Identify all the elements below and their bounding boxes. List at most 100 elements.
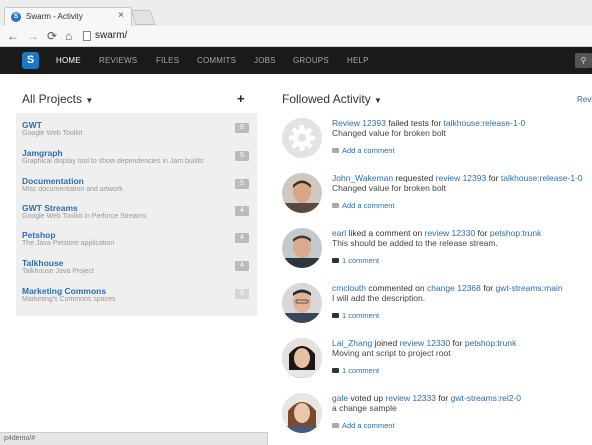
comment-icon <box>332 203 339 208</box>
reload-icon[interactable]: ⟳ <box>47 28 57 44</box>
activity-entry: Lai_Zhang joined review 12330 for petsho… <box>280 338 592 388</box>
activity-entry: John_Wakeman requested review 12393 for … <box>280 173 592 223</box>
stream-link[interactable]: talkhouse:release-1-0 <box>501 173 583 183</box>
activity-headline: Review 12393 failed tests for talkhouse:… <box>332 118 526 128</box>
browser-status-bar: p4demo/# <box>0 432 268 445</box>
add-comment-link[interactable]: Add a comment <box>332 421 395 430</box>
tab-close-icon[interactable]: × <box>118 10 124 21</box>
project-name[interactable]: GWT <box>22 120 42 130</box>
activity-message: I will add the description. <box>332 293 426 303</box>
stream-link[interactable]: petshop:trunk <box>490 228 542 238</box>
stream-link[interactable]: gwt-streams:main <box>496 283 563 293</box>
project-count-badge: 5 <box>235 151 249 161</box>
projects-dropdown[interactable]: All Projects ▼ <box>22 92 93 106</box>
project-item[interactable]: Petshop The Java Petstore application 4 <box>22 230 254 253</box>
activity-entry: gale voted up review 12333 for gwt-strea… <box>280 393 592 443</box>
activity-message: a change sample <box>332 403 397 413</box>
user-link[interactable]: Lai_Zhang <box>332 338 372 348</box>
comment-icon <box>332 368 339 373</box>
project-name[interactable]: Jamgraph <box>22 148 63 158</box>
project-name[interactable]: Petshop <box>22 230 56 240</box>
nav-jobs[interactable]: JOBS <box>254 56 276 65</box>
caret-down-icon: ▼ <box>374 96 382 105</box>
nav-home[interactable]: HOME <box>56 56 81 65</box>
user-link[interactable]: gale <box>332 393 348 403</box>
project-item[interactable]: Documentation Misc documentation and art… <box>22 176 254 199</box>
project-count-badge: 4 <box>235 261 249 271</box>
comment-icon <box>332 313 339 318</box>
top-navbar: S HOME REVIEWS FILES COMMITS JOBS GROUPS… <box>0 47 592 74</box>
comment-icon <box>332 423 339 428</box>
project-description: Talkhouse Java Project <box>22 268 94 275</box>
project-item[interactable]: Talkhouse Talkhouse Java Project 4 <box>22 258 254 281</box>
new-tab-button[interactable] <box>130 10 156 25</box>
activity-headline: earl liked a comment on review 12330 for… <box>332 228 542 238</box>
project-count-badge: 3 <box>235 289 249 299</box>
project-description: Graphical display tool to show dependenc… <box>22 158 204 165</box>
project-description: Google Web Toolkit <box>22 130 83 137</box>
address-bar[interactable]: swarm/ <box>95 30 127 41</box>
project-name[interactable]: GWT Streams <box>22 203 78 213</box>
activity-message: Changed value for broken bolt <box>332 183 446 193</box>
project-item[interactable]: GWT Streams Google Web Toolkit in Perfor… <box>22 203 254 226</box>
nav-files[interactable]: FILES <box>156 56 179 65</box>
activity-headline: cmclouth commented on change 12368 for g… <box>332 283 563 293</box>
search-icon[interactable]: ⚲ <box>575 53 592 68</box>
project-name[interactable]: Documentation <box>22 176 84 186</box>
activity-dropdown[interactable]: Followed Activity ▼ <box>282 92 382 106</box>
project-count-badge: 5 <box>235 179 249 189</box>
project-name[interactable]: Marketing Commons <box>22 286 106 296</box>
project-description: Google Web Toolkit in Perforce Streams <box>22 213 147 220</box>
activity-message: This should be added to the release stre… <box>332 238 498 248</box>
activity-message: Changed value for broken bolt <box>332 128 446 138</box>
comment-icon <box>332 148 339 153</box>
review-link[interactable]: review 12333 <box>385 393 436 403</box>
nav-help[interactable]: HELP <box>347 56 369 65</box>
reviews-link[interactable]: Revi <box>577 95 592 104</box>
change-link[interactable]: change 12368 <box>427 283 481 293</box>
user-avatar[interactable] <box>282 228 322 268</box>
forward-arrow-icon[interactable]: → <box>27 28 39 44</box>
project-description: Misc documentation and artwork <box>22 186 123 193</box>
back-arrow-icon[interactable]: ← <box>7 28 19 44</box>
user-link[interactable]: cmclouth <box>332 283 366 293</box>
activity-entry: earl liked a comment on review 12330 for… <box>280 228 592 278</box>
comments-link[interactable]: 1 comment <box>332 256 379 265</box>
comments-link[interactable]: 1 comment <box>332 366 379 375</box>
stream-link[interactable]: gwt-streams:rel2-0 <box>451 393 521 403</box>
user-avatar[interactable] <box>282 338 322 378</box>
nav-reviews[interactable]: REVIEWS <box>99 56 137 65</box>
user-link[interactable]: earl <box>332 228 346 238</box>
user-avatar[interactable] <box>282 393 322 433</box>
add-comment-link[interactable]: Add a comment <box>332 146 395 155</box>
swarm-logo[interactable]: S <box>22 52 39 69</box>
user-link[interactable]: John_Wakeman <box>332 173 393 183</box>
comment-icon <box>332 258 339 263</box>
stream-link[interactable]: petshop:trunk <box>465 338 517 348</box>
review-link[interactable]: review 12330 <box>400 338 451 348</box>
project-item[interactable]: Jamgraph Graphical display tool to show … <box>22 148 254 171</box>
swarm-favicon-icon: S <box>11 12 21 22</box>
project-item[interactable]: Marketing Commons Marketing's Commons sp… <box>22 286 254 309</box>
activity-headline: gale voted up review 12333 for gwt-strea… <box>332 393 522 403</box>
project-name[interactable]: Talkhouse <box>22 258 63 268</box>
review-link[interactable]: review 12393 <box>436 173 487 183</box>
add-project-button[interactable]: + <box>237 91 245 106</box>
activity-message: Moving ant script to project root <box>332 348 451 358</box>
project-count-badge: 8 <box>235 123 249 133</box>
user-avatar[interactable] <box>282 173 322 213</box>
stream-link[interactable]: talkhouse:release-1-0 <box>444 118 526 128</box>
browser-tab[interactable]: S Swarm - Activity × <box>4 7 132 26</box>
review-link[interactable]: Review 12393 <box>332 118 386 128</box>
comments-link[interactable]: 1 comment <box>332 311 379 320</box>
tab-title: Swarm - Activity <box>26 12 83 21</box>
nav-commits[interactable]: COMMITS <box>197 56 236 65</box>
review-link[interactable]: review 12330 <box>425 228 476 238</box>
home-icon[interactable]: ⌂ <box>65 28 72 44</box>
user-avatar[interactable] <box>282 283 322 323</box>
caret-down-icon: ▼ <box>85 96 94 105</box>
activity-entry: cmclouth commented on change 12368 for g… <box>280 283 592 333</box>
nav-groups[interactable]: GROUPS <box>293 56 329 65</box>
project-item[interactable]: GWT Google Web Toolkit 8 <box>22 120 254 143</box>
add-comment-link[interactable]: Add a comment <box>332 201 395 210</box>
